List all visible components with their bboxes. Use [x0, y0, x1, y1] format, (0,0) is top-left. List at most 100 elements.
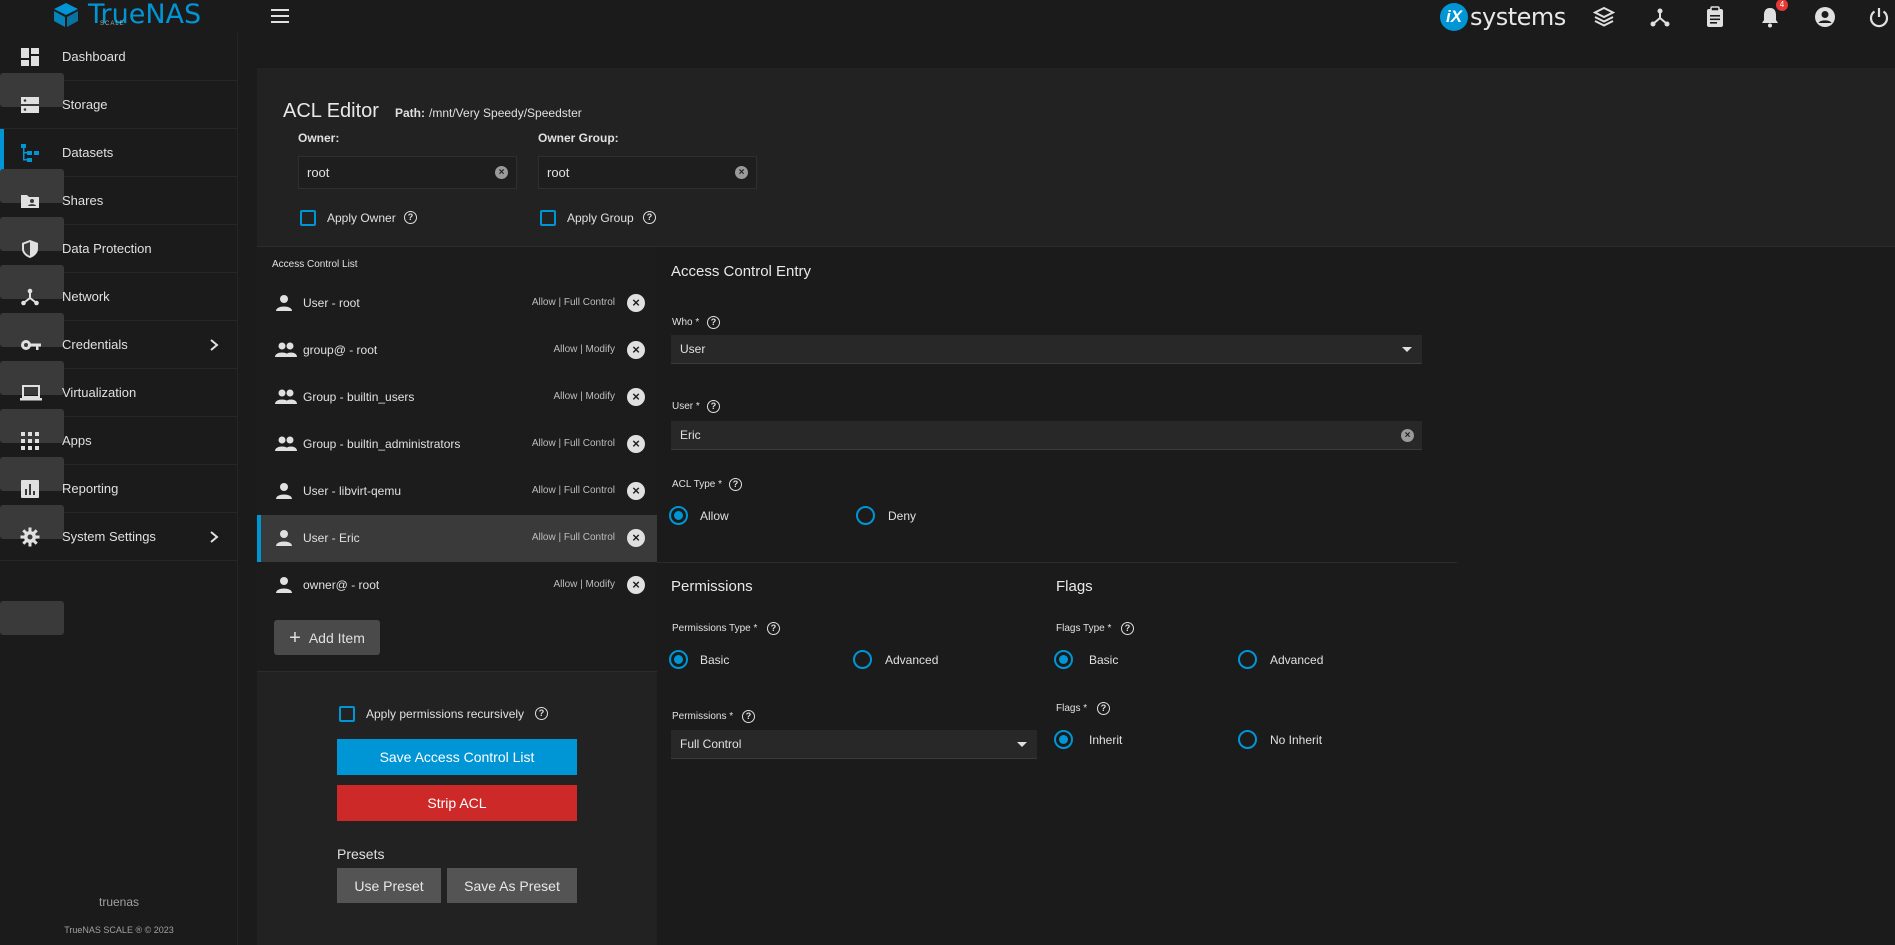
owner-input[interactable]: root × [298, 156, 517, 189]
sidebar-item-label: Apps [62, 433, 92, 448]
save-acl-button[interactable]: Save Access Control List [337, 739, 577, 775]
sidebar-item-system-settings[interactable]: System Settings [0, 505, 238, 561]
permissions-basic-radio[interactable] [669, 650, 688, 669]
sidebar-item-label: Dashboard [62, 49, 126, 64]
apply-recursive-checkbox[interactable] [339, 706, 355, 722]
divider [257, 671, 657, 672]
save-as-preset-button[interactable]: Save As Preset [447, 868, 577, 903]
remove-entry-icon[interactable]: × [627, 435, 645, 453]
ixsystems-logo[interactable]: iX systems [1440, 0, 1566, 33]
truecommand-icon[interactable] [1592, 5, 1616, 29]
acl-type-allow-radio[interactable] [669, 506, 688, 525]
acl-entry[interactable]: Group - builtin_users Allow | Modify × [257, 374, 657, 421]
help-icon[interactable]: ? [404, 211, 417, 224]
help-icon[interactable]: ? [742, 710, 755, 723]
clear-icon[interactable]: × [495, 166, 508, 179]
permissions-title: Permissions [671, 578, 753, 595]
ix-brand-text: systems [1470, 2, 1566, 31]
group-icon [275, 342, 297, 357]
owner-group-input[interactable]: root × [538, 156, 757, 189]
acl-entry-selected[interactable]: User - Eric Allow | Full Control × [257, 515, 657, 562]
help-icon[interactable]: ? [729, 478, 742, 491]
flags-basic-radio[interactable] [1054, 650, 1073, 669]
help-icon[interactable]: ? [1097, 702, 1110, 715]
apply-recursive-label: Apply permissions recursively [366, 707, 525, 721]
help-icon[interactable]: ? [1121, 622, 1134, 635]
flags-inherit-radio[interactable] [1054, 730, 1073, 749]
truenas-logo[interactable]: TrueNAS SCALE [48, 0, 201, 30]
acl-entry[interactable]: User - root Allow | Full Control × [257, 280, 657, 327]
remove-entry-icon[interactable]: × [627, 294, 645, 312]
strip-acl-button[interactable]: Strip ACL [337, 785, 577, 821]
remove-entry-icon[interactable]: × [627, 341, 645, 359]
who-select[interactable]: User [671, 335, 1422, 364]
shares-icon [21, 195, 39, 208]
acl-entry[interactable]: User - libvirt-qemu Allow | Full Control… [257, 468, 657, 515]
permissions-value: Full Control [680, 737, 742, 751]
copyright[interactable]: TrueNAS SCALE ® © 2023 [0, 925, 238, 935]
acl-type-deny-radio[interactable] [856, 506, 875, 525]
sidebar-item-label: System Settings [62, 529, 156, 544]
acl-entry[interactable]: group@ - root Allow | Modify × [257, 327, 657, 374]
help-icon[interactable]: ? [767, 622, 780, 635]
clipboard-icon[interactable] [1703, 5, 1727, 29]
owner-group-value: root [547, 165, 570, 180]
flags-advanced-label: Advanced [1270, 653, 1324, 667]
apply-owner-checkbox[interactable] [300, 210, 316, 226]
sidebar-item-storage[interactable]: Storage [0, 73, 238, 129]
flags-no-inherit-radio[interactable] [1238, 730, 1257, 749]
clear-icon[interactable]: × [1401, 429, 1414, 442]
acl-entry[interactable]: Group - builtin_administrators Allow | F… [257, 421, 657, 468]
flags-advanced-radio[interactable] [1238, 650, 1257, 669]
acl-entry-perm: Allow | Full Control [531, 297, 615, 308]
sidebar-item-label: Credentials [62, 337, 128, 352]
remove-entry-icon[interactable]: × [627, 529, 645, 547]
power-icon[interactable] [1867, 5, 1891, 29]
remove-entry-icon[interactable]: × [627, 388, 645, 406]
permissions-basic-label: Basic [700, 653, 730, 667]
group-icon [275, 389, 297, 404]
acl-entry-who: Group - builtin_administrators [303, 437, 461, 451]
account-icon[interactable] [1813, 5, 1837, 29]
ace-title: Access Control Entry [671, 263, 812, 280]
flags-label: Flags * [1056, 703, 1088, 714]
sidebar-blank-button[interactable] [0, 601, 64, 635]
who-value: User [680, 342, 706, 356]
acl-entry-who: User - root [303, 296, 360, 310]
hostname: truenas [98, 895, 140, 909]
acl-type-allow-label: Allow [700, 509, 729, 523]
acl-entry[interactable]: owner@ - root Allow | Modify × [257, 562, 657, 609]
shield-icon [22, 240, 38, 258]
logo-subtitle: SCALE [100, 21, 125, 27]
help-icon[interactable]: ? [707, 316, 720, 329]
help-icon[interactable]: ? [707, 400, 720, 413]
plus-icon: + [289, 626, 301, 649]
permissions-select[interactable]: Full Control [671, 730, 1037, 759]
use-preset-button[interactable]: Use Preset [337, 868, 441, 903]
help-icon[interactable]: ? [535, 707, 548, 720]
sidebar-item-label: Datasets [62, 145, 114, 160]
remove-entry-icon[interactable]: × [627, 482, 645, 500]
apps-grid-icon [21, 432, 39, 450]
bell-icon[interactable]: 4 [1758, 0, 1788, 29]
user-input[interactable]: Eric × [671, 421, 1422, 450]
apply-owner-label: Apply Owner [327, 211, 396, 225]
clear-icon[interactable]: × [735, 166, 748, 179]
apply-group-checkbox[interactable] [540, 210, 556, 226]
permissions-advanced-radio[interactable] [853, 650, 872, 669]
add-item-label: Add Item [308, 629, 365, 646]
sidebar-item-label: Storage [62, 97, 108, 112]
remove-entry-icon[interactable]: × [627, 576, 645, 594]
add-item-button[interactable]: + Add Item [274, 620, 380, 655]
group-icon [275, 436, 297, 451]
network-share-icon[interactable] [1648, 5, 1672, 29]
sidebar-item-label: Virtualization [62, 385, 137, 400]
chevron-right-icon [210, 530, 219, 543]
menu-toggle-button[interactable] [271, 7, 289, 25]
sidebar-item-label: Data Protection [62, 241, 152, 256]
help-icon[interactable]: ? [643, 211, 656, 224]
path-value: /mnt/Very Speedy/Speedster [429, 106, 582, 120]
sidebar-item-label: Reporting [62, 481, 119, 496]
sidebar-item-label: Shares [62, 193, 104, 208]
flags-basic-label: Basic [1089, 653, 1119, 667]
